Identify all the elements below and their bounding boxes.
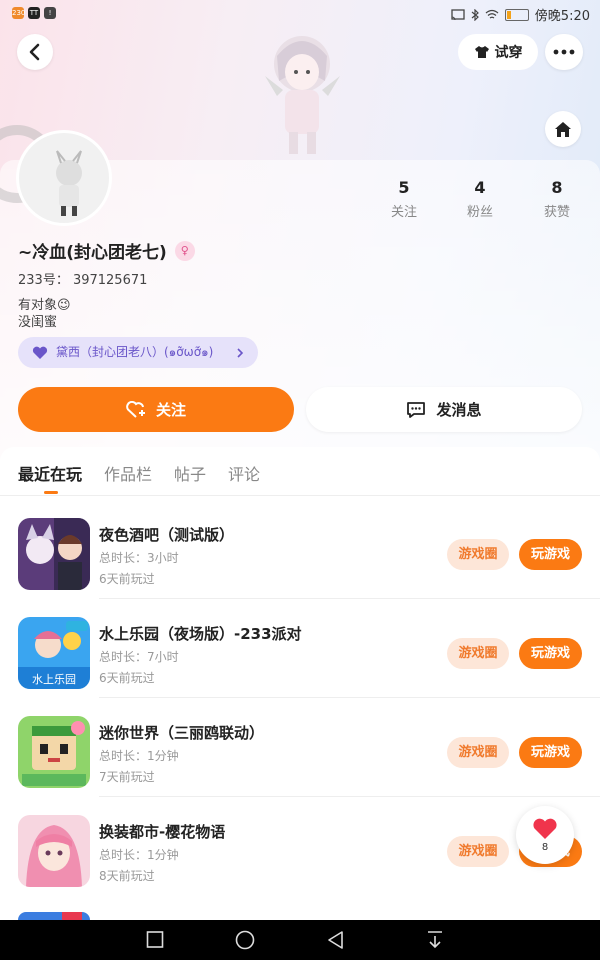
tab-comments[interactable]: 评论 — [228, 461, 260, 485]
system-navigation-bar — [0, 920, 600, 960]
profile-nickname: ~冷血(封心团老七) — [18, 243, 167, 263]
try-on-label: 试穿 — [494, 45, 523, 61]
game-last-played: 6天前玩过 — [99, 671, 155, 685]
game-icon-sakura-dressup — [18, 815, 90, 887]
stat-followers-count: 4 — [474, 178, 486, 197]
game-row[interactable]: 水上乐园 水上乐园（夜场版）-233派对 总时长：7小时 6天前玩过 游戏圈 玩… — [0, 599, 600, 698]
game-icon-partial — [18, 912, 90, 920]
game-duration: 总时长：7小时 — [99, 650, 179, 664]
content-panel: 最近在玩 作品栏 帖子 评论 夜色酒吧（测试版） 总时长：3小时 6天前玩过 游… — [0, 447, 600, 920]
home-icon — [555, 122, 571, 137]
follow-label: 关注 — [155, 401, 186, 419]
cp-relationship-label: 黛西（封心团老八）(๑ỡ̀ωỡ́๑) — [56, 345, 214, 359]
game-last-played: 8天前玩过 — [99, 869, 155, 883]
tab-works[interactable]: 作品栏 — [104, 461, 152, 485]
more-button[interactable] — [545, 34, 583, 70]
stat-likes-count: 8 — [551, 178, 563, 197]
tab-divider — [0, 495, 600, 496]
battery-icon — [504, 8, 529, 21]
game-icon-night-bar — [18, 518, 90, 590]
stat-followers[interactable]: 4 粉丝 — [450, 178, 510, 220]
game-icon-mini-world — [18, 716, 90, 788]
game-circle-button[interactable]: 游戏圈 — [447, 539, 509, 570]
chat-icon — [407, 401, 426, 418]
profile-tabs: 最近在玩 作品栏 帖子 评论 — [18, 461, 260, 494]
game-circle-button[interactable]: 游戏圈 — [447, 737, 509, 768]
more-dots-icon — [553, 49, 575, 55]
status-bar: 230 TT ! 傍晚5:20 — [0, 0, 600, 28]
chevron-right-icon — [237, 347, 244, 358]
stat-likes[interactable]: 8 获赞 — [527, 178, 587, 220]
game-row[interactable]: 迷你世界（三丽鸥联动） 总时长：1分钟 7天前玩过 游戏圈 玩游戏 — [0, 698, 600, 797]
game-circle-button[interactable]: 游戏圈 — [447, 638, 509, 669]
alert-notification-icon: ! — [44, 7, 56, 19]
back-nav-icon[interactable] — [326, 928, 346, 952]
game-row[interactable]: 夜色酒吧（测试版） 总时长：3小时 6天前玩过 游戏圈 玩游戏 — [0, 500, 600, 599]
home-nav-icon[interactable] — [234, 928, 256, 952]
game-title: 夜色酒吧（测试版） — [99, 526, 235, 544]
avatar-figure-icon — [56, 150, 82, 216]
game-row[interactable]: 换装都市-樱花物语 总时长：1分钟 8天前玩过 游戏圈 玩游戏 — [0, 797, 600, 896]
game-duration: 总时长：1分钟 — [99, 749, 179, 763]
message-button[interactable]: 发消息 — [306, 387, 582, 432]
recents-icon[interactable] — [146, 928, 164, 952]
game-duration: 总时长：1分钟 — [99, 848, 179, 862]
heart-icon — [533, 818, 557, 839]
game-icon-caption: 水上乐园 — [32, 673, 76, 686]
like-count: 8 — [541, 841, 549, 853]
play-game-button[interactable]: 玩游戏 — [519, 638, 582, 669]
tiktok-notification-icon: TT — [28, 7, 40, 19]
chevron-left-icon — [29, 43, 40, 61]
avatar-character-3d — [265, 36, 340, 154]
stat-following-label: 关注 — [390, 205, 417, 220]
wifi-icon — [485, 9, 499, 19]
game-last-played: 6天前玩过 — [99, 572, 155, 586]
try-on-button[interactable]: 试穿 — [458, 34, 538, 70]
like-floating-button[interactable]: 8 — [516, 806, 574, 864]
back-button[interactable] — [17, 34, 53, 70]
status-time: 傍晚5:20 — [534, 9, 590, 24]
bluetooth-icon — [471, 8, 479, 21]
game-title: 换装都市-樱花物语 — [99, 823, 226, 841]
tshirt-icon — [474, 46, 489, 58]
notification-pull-down-icon[interactable] — [425, 928, 445, 952]
stat-following[interactable]: 5 关注 — [374, 178, 434, 220]
stat-followers-label: 粉丝 — [466, 205, 493, 220]
home-button[interactable] — [545, 111, 581, 147]
game-duration: 总时长：3小时 — [99, 551, 179, 565]
game-last-played: 7天前玩过 — [99, 770, 155, 784]
message-label: 发消息 — [436, 401, 482, 419]
app-notification-icon: 230 — [12, 7, 26, 19]
profile-bio-line2: 没闺蜜 — [18, 315, 58, 330]
profile-nickname-row: ~冷血(封心团老七) ♀ — [18, 238, 195, 263]
female-gender-icon: ♀ — [174, 240, 195, 261]
stat-likes-label: 获赞 — [543, 205, 570, 220]
follow-button[interactable]: 关注 — [18, 387, 294, 432]
game-icon-water-park: 水上乐园 — [18, 617, 90, 689]
stat-following-count: 5 — [398, 178, 410, 197]
tab-posts[interactable]: 帖子 — [174, 461, 206, 485]
cast-icon — [451, 8, 465, 20]
game-title: 迷你世界（三丽鸥联动） — [99, 724, 265, 742]
play-game-button[interactable]: 玩游戏 — [519, 539, 582, 570]
game-circle-button[interactable]: 游戏圈 — [447, 836, 509, 867]
game-title: 水上乐园（夜场版）-233派对 — [99, 625, 302, 643]
profile-uid: 233号： 397125671 — [18, 273, 148, 288]
play-game-button[interactable]: 玩游戏 — [519, 737, 582, 768]
cp-relationship-chip[interactable]: 黛西（封心团老八）(๑ỡ̀ωỡ́๑) — [18, 337, 258, 368]
avatar[interactable] — [16, 130, 112, 226]
tab-recently-played[interactable]: 最近在玩 — [18, 461, 82, 494]
heart-icon — [32, 346, 48, 359]
add-heart-icon — [126, 400, 145, 418]
